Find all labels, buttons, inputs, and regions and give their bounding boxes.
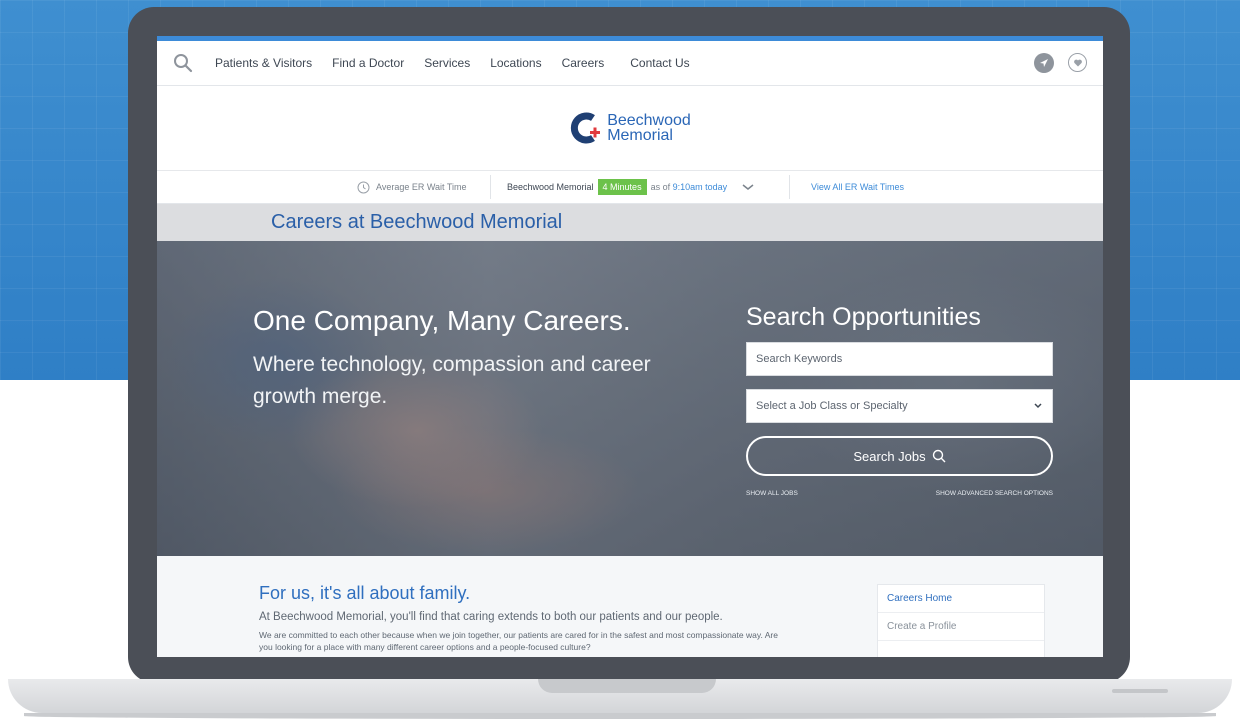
er-location-group: Beechwood Memorial 4 Minutes as of 9:10a… [507,179,755,195]
view-all-er-link[interactable]: View All ER Wait Times [811,182,904,192]
logo-line2: Memorial [607,127,673,144]
careers-band: Careers at Beechwood Memorial [157,204,1103,241]
job-search-panel: Search Opportunities Search Keywords Sel… [746,303,1053,497]
nav-item-careers[interactable]: Careers [562,56,605,70]
er-as-of: as of 9:10am today [651,182,728,192]
sidebar-item-create-profile[interactable]: Create a Profile [878,613,1044,641]
careers-sidebar: Careers Home Create a Profile [877,584,1045,657]
er-wait-badge: 4 Minutes [597,179,647,195]
er-as-of-prefix: as of [650,182,671,192]
nav-item-contact-us[interactable]: Contact Us [630,56,689,70]
er-location: Beechwood Memorial [507,182,594,192]
laptop-screen: Patients & Visitors Find a Doctor Servic… [157,36,1103,657]
family-body: We are committed to each other because w… [259,630,778,652]
search-jobs-label: Search Jobs [853,448,926,464]
nav-item-locations[interactable]: Locations [490,56,541,70]
search-links: SHOW ALL JOBS SHOW ADVANCED SEARCH OPTIO… [746,490,1053,497]
laptop-indicator [1112,689,1168,693]
search-icon [932,449,946,463]
search-keywords-input[interactable]: Search Keywords [746,342,1053,376]
nav-item-patients-visitors[interactable]: Patients & Visitors [215,56,312,70]
logo-text: Beechwood Memorial [607,112,691,144]
er-wait-bar: Average ER Wait Time Beechwood Memorial … [157,171,1103,204]
er-divider-2 [789,175,790,199]
chevron-down-icon [1034,403,1042,409]
search-keywords-placeholder: Search Keywords [756,353,843,365]
hero-subtitle: Where technology, compassion and career … [253,353,651,408]
careers-page-title: Careers at Beechwood Memorial [271,211,563,233]
job-class-placeholder: Select a Job Class or Specialty [756,400,908,412]
sidebar-item-careers-home[interactable]: Careers Home [878,585,1044,613]
er-divider [490,175,491,199]
show-advanced-search-link[interactable]: SHOW ADVANCED SEARCH OPTIONS [936,490,1053,497]
nav-item-find-a-doctor[interactable]: Find a Doctor [332,56,404,70]
family-intro: At Beechwood Memorial, you'll find that … [259,611,723,623]
nav-utility-icons [1034,53,1087,73]
nav-item-services[interactable]: Services [424,56,470,70]
family-section: For us, it's all about family. At Beechw… [157,556,1103,657]
site-logo[interactable]: Beechwood Memorial [569,112,691,144]
search-jobs-button[interactable]: Search Jobs [746,436,1053,476]
logo-row: Beechwood Memorial [157,86,1103,171]
nav-items: Patients & Visitors Find a Doctor Servic… [215,56,710,70]
er-as-of-time: 9:10am today [672,182,728,192]
main-nav: Patients & Visitors Find a Doctor Servic… [157,41,1103,86]
chevron-down-icon[interactable] [741,182,755,192]
show-all-jobs-link[interactable]: SHOW ALL JOBS [746,490,798,497]
hero-section: One Company, Many Careers. Where technol… [157,241,1103,556]
location-arrow-icon[interactable] [1034,53,1054,73]
family-title: For us, it's all about family. [259,583,471,603]
er-wait-label-group: Average ER Wait Time [357,181,467,194]
search-title: Search Opportunities [746,303,981,331]
logo-mark-icon [571,112,601,144]
logo-line1: Beechwood [607,112,691,129]
hero-title: One Company, Many Careers. [253,305,631,336]
clock-icon [357,181,370,193]
laptop-shadow [24,713,1216,719]
job-class-select[interactable]: Select a Job Class or Specialty [746,389,1053,423]
heart-icon[interactable] [1068,53,1087,72]
search-icon[interactable] [173,53,193,73]
er-wait-label: Average ER Wait Time [376,182,467,192]
laptop-notch [538,679,716,693]
